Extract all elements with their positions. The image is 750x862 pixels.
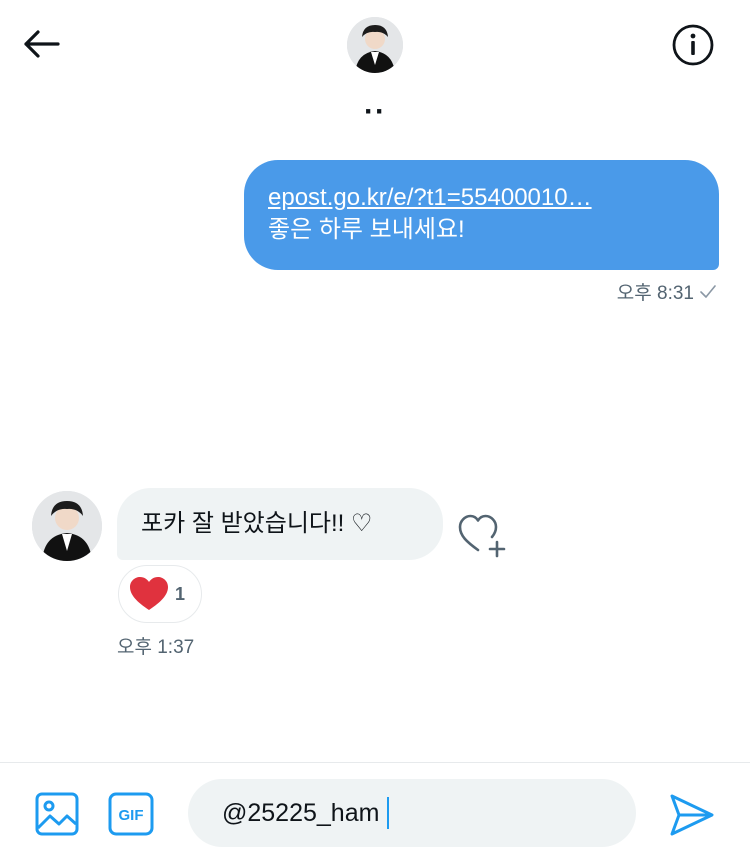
conversation-header: ·· xyxy=(0,0,750,142)
message-input-value: @25225_ham xyxy=(222,798,380,827)
heart-plus-icon xyxy=(458,514,506,558)
message-text: 좋은 하루 보내세요! xyxy=(268,216,465,243)
message-link[interactable]: epost.go.kr/e/?t1=55400010… xyxy=(268,182,693,214)
incoming-message-bubble[interactable]: 포카 잘 받았습니다!! ♡ xyxy=(117,488,443,560)
message-timestamp: 오후 1:37 xyxy=(117,637,195,658)
person-avatar-icon xyxy=(347,17,403,73)
add-gif-button[interactable]: GIF xyxy=(107,791,155,837)
heart-reaction-icon xyxy=(130,577,168,610)
arrow-left-icon xyxy=(24,30,60,58)
reaction-count: 1 xyxy=(175,583,186,604)
info-button[interactable] xyxy=(668,22,718,68)
add-reaction-button[interactable] xyxy=(457,512,509,558)
send-icon xyxy=(670,794,714,836)
sender-avatar[interactable] xyxy=(32,491,102,561)
back-button[interactable] xyxy=(18,24,64,64)
info-icon xyxy=(672,24,714,66)
message-text: 포카 잘 받았습니다!! ♡ xyxy=(141,510,373,537)
gif-label: GIF xyxy=(119,807,144,824)
image-icon xyxy=(35,792,79,836)
reaction-badge[interactable]: 1 xyxy=(118,565,202,623)
checkmark-icon xyxy=(700,284,716,298)
outgoing-message-bubble[interactable]: epost.go.kr/e/?t1=55400010… 좋은 하루 보내세요! xyxy=(244,160,719,270)
text-caret xyxy=(387,797,390,829)
send-button[interactable] xyxy=(668,791,716,839)
outgoing-message-meta: 오후 8:31 xyxy=(617,278,716,305)
incoming-message-meta: 오후 1:37 xyxy=(117,632,194,659)
person-avatar-icon xyxy=(32,491,102,561)
add-media-button[interactable] xyxy=(34,791,80,837)
message-input[interactable]: @25225_ham xyxy=(188,779,636,847)
gif-icon: GIF xyxy=(108,792,154,836)
message-composer: GIF @25225_ham xyxy=(0,762,750,862)
header-avatar[interactable] xyxy=(347,17,403,73)
message-timestamp: 오후 8:31 xyxy=(616,283,694,304)
header-dots: ·· xyxy=(364,95,386,128)
